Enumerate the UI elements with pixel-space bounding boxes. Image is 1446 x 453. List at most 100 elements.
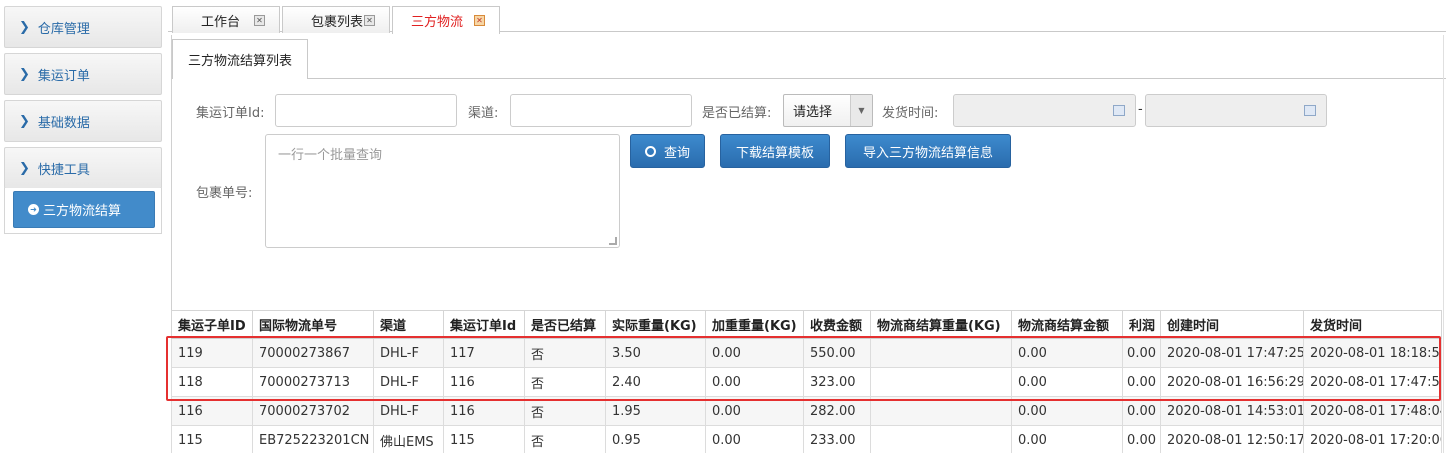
chevron-right-icon: ❯ — [19, 113, 30, 129]
download-template-button[interactable]: 下载结算模板 — [720, 134, 830, 168]
search-button[interactable]: 查询 — [630, 134, 705, 168]
settled-select-value: 请选择 — [793, 105, 833, 120]
sidebar-item-basic-data[interactable]: ❯ 基础数据 — [4, 100, 162, 142]
col-charge[interactable]: 收费金额 — [803, 310, 871, 339]
cell: EB725223201CN — [252, 425, 374, 453]
cell: 70000273867 — [252, 338, 374, 368]
divider — [172, 78, 1446, 79]
cell: 117 — [443, 338, 525, 368]
close-icon[interactable]: ✕ — [474, 15, 485, 26]
cell: 282.00 — [803, 396, 871, 426]
download-button-label: 下载结算模板 — [735, 145, 814, 161]
cell: 118 — [171, 367, 253, 397]
sidebar-subitem-3pl-settlement[interactable]: ➜ 三方物流结算 — [13, 191, 155, 228]
range-dash: - — [1138, 102, 1143, 117]
cell: 2.40 — [605, 367, 706, 397]
channel-input[interactable] — [510, 94, 692, 127]
cell — [870, 367, 1012, 397]
cell: 0.00 — [1122, 396, 1161, 426]
cell: 2020-08-01 17:47:25 — [1160, 338, 1304, 368]
col-profit[interactable]: 利润 — [1122, 310, 1161, 339]
tab-label: 工作台 — [201, 14, 241, 30]
tab-bar: 工作台 ✕ 包裹列表 ✕ 三方物流 ✕ — [168, 4, 1446, 34]
col-carrier-weight[interactable]: 物流商结算重量(KG) — [870, 310, 1012, 339]
cell: 1.95 — [605, 396, 706, 426]
search-button-label: 查询 — [663, 145, 690, 161]
col-tracking-no[interactable]: 国际物流单号 — [252, 310, 374, 339]
tab-label: 三方物流 — [411, 15, 464, 30]
panel-title: 三方物流结算列表 — [187, 54, 292, 69]
cell: 0.00 — [1122, 338, 1161, 368]
panel-title-tab[interactable]: 三方物流结算列表 — [172, 39, 308, 79]
cell: 550.00 — [803, 338, 871, 368]
channel-label: 渠道: — [468, 106, 499, 121]
order-id-label: 集运订单Id: — [196, 106, 265, 121]
col-channel[interactable]: 渠道 — [373, 310, 444, 339]
scrollbar[interactable] — [1443, 35, 1444, 453]
cell: 119 — [171, 338, 253, 368]
parcel-label: 包裹单号: — [196, 186, 253, 201]
cell: 否 — [524, 338, 606, 368]
col-ship-time[interactable]: 发货时间 — [1303, 310, 1442, 339]
resize-grip-icon[interactable] — [609, 237, 617, 245]
ship-time-start-input[interactable] — [953, 94, 1136, 127]
cell: 70000273702 — [252, 396, 374, 426]
settlement-table: 集运子单ID 国际物流单号 渠道 集运订单Id 是否已结算 实际重量(KG) 加… — [171, 310, 1442, 453]
import-settlement-button[interactable]: 导入三方物流结算信息 — [845, 134, 1011, 168]
calendar-icon[interactable] — [1113, 105, 1125, 116]
col-extra-weight[interactable]: 加重重量(KG) — [705, 310, 804, 339]
cell: 否 — [524, 396, 606, 426]
sidebar-item-label: 仓库管理 — [37, 21, 90, 37]
cell: 115 — [171, 425, 253, 453]
cell: 佛山EMS — [373, 425, 444, 453]
tab-parcel-list[interactable]: 包裹列表 ✕ — [282, 6, 390, 33]
table-header-row: 集运子单ID 国际物流单号 渠道 集运订单Id 是否已结算 实际重量(KG) 加… — [171, 310, 1442, 339]
col-settled[interactable]: 是否已结算 — [524, 310, 606, 339]
tab-dashboard[interactable]: 工作台 ✕ — [172, 6, 280, 33]
col-created-time[interactable]: 创建时间 — [1160, 310, 1304, 339]
import-button-label: 导入三方物流结算信息 — [862, 145, 993, 161]
close-icon[interactable]: ✕ — [364, 15, 375, 26]
sidebar-item-label: 快捷工具 — [37, 162, 90, 178]
caret-down-icon: ▼ — [850, 95, 872, 126]
sidebar-item-label: 集运订单 — [37, 68, 90, 84]
cell: 0.00 — [1011, 425, 1123, 453]
sidebar-item-orders[interactable]: ❯ 集运订单 — [4, 53, 162, 95]
cell: 2020-08-01 17:20:06 — [1303, 425, 1442, 453]
tools-submenu: ➜ 三方物流结算 — [4, 188, 162, 234]
table-row[interactable]: 115 EB725223201CN 佛山EMS 115 否 0.95 0.00 … — [171, 425, 1442, 453]
col-actual-weight[interactable]: 实际重量(KG) — [605, 310, 706, 339]
sidebar-item-warehouse[interactable]: ❯ 仓库管理 — [4, 6, 162, 48]
cell: 0.00 — [1122, 367, 1161, 397]
sidebar-item-tools[interactable]: ❯ 快捷工具 — [4, 147, 162, 189]
search-icon — [644, 145, 656, 157]
cell: 233.00 — [803, 425, 871, 453]
cell: 2020-08-01 14:53:01 — [1160, 396, 1304, 426]
col-carrier-amount[interactable]: 物流商结算金额 — [1011, 310, 1123, 339]
cell: 0.00 — [705, 367, 804, 397]
tab-3pl[interactable]: 三方物流 ✕ — [392, 6, 500, 34]
col-sub-order-id[interactable]: 集运子单ID — [171, 310, 253, 339]
table-row[interactable]: 116 70000273702 DHL-F 116 否 1.95 0.00 28… — [171, 396, 1442, 426]
ship-time-end-input[interactable] — [1145, 94, 1327, 127]
cell: 3.50 — [605, 338, 706, 368]
settled-select[interactable]: 请选择 ▼ — [783, 94, 873, 127]
cell: 0.00 — [1011, 367, 1123, 397]
col-order-id[interactable]: 集运订单Id — [443, 310, 525, 339]
parcel-textarea[interactable]: 一行一个批量查询 — [265, 134, 620, 248]
ship-time-label: 发货时间: — [882, 106, 939, 121]
table-row[interactable]: 119 70000273867 DHL-F 117 否 3.50 0.00 55… — [171, 338, 1442, 368]
cell: DHL-F — [373, 367, 444, 397]
cell — [870, 396, 1012, 426]
circle-arrow-icon: ➜ — [28, 204, 39, 215]
close-icon[interactable]: ✕ — [254, 15, 265, 26]
calendar-icon[interactable] — [1304, 105, 1316, 116]
table-row[interactable]: 118 70000273713 DHL-F 116 否 2.40 0.00 32… — [171, 367, 1442, 397]
chevron-right-icon: ❯ — [19, 19, 30, 35]
cell: DHL-F — [373, 338, 444, 368]
cell: 0.00 — [705, 338, 804, 368]
cell — [870, 338, 1012, 368]
cell: DHL-F — [373, 396, 444, 426]
order-id-input[interactable] — [275, 94, 457, 127]
cell: 2020-08-01 16:56:29 — [1160, 367, 1304, 397]
